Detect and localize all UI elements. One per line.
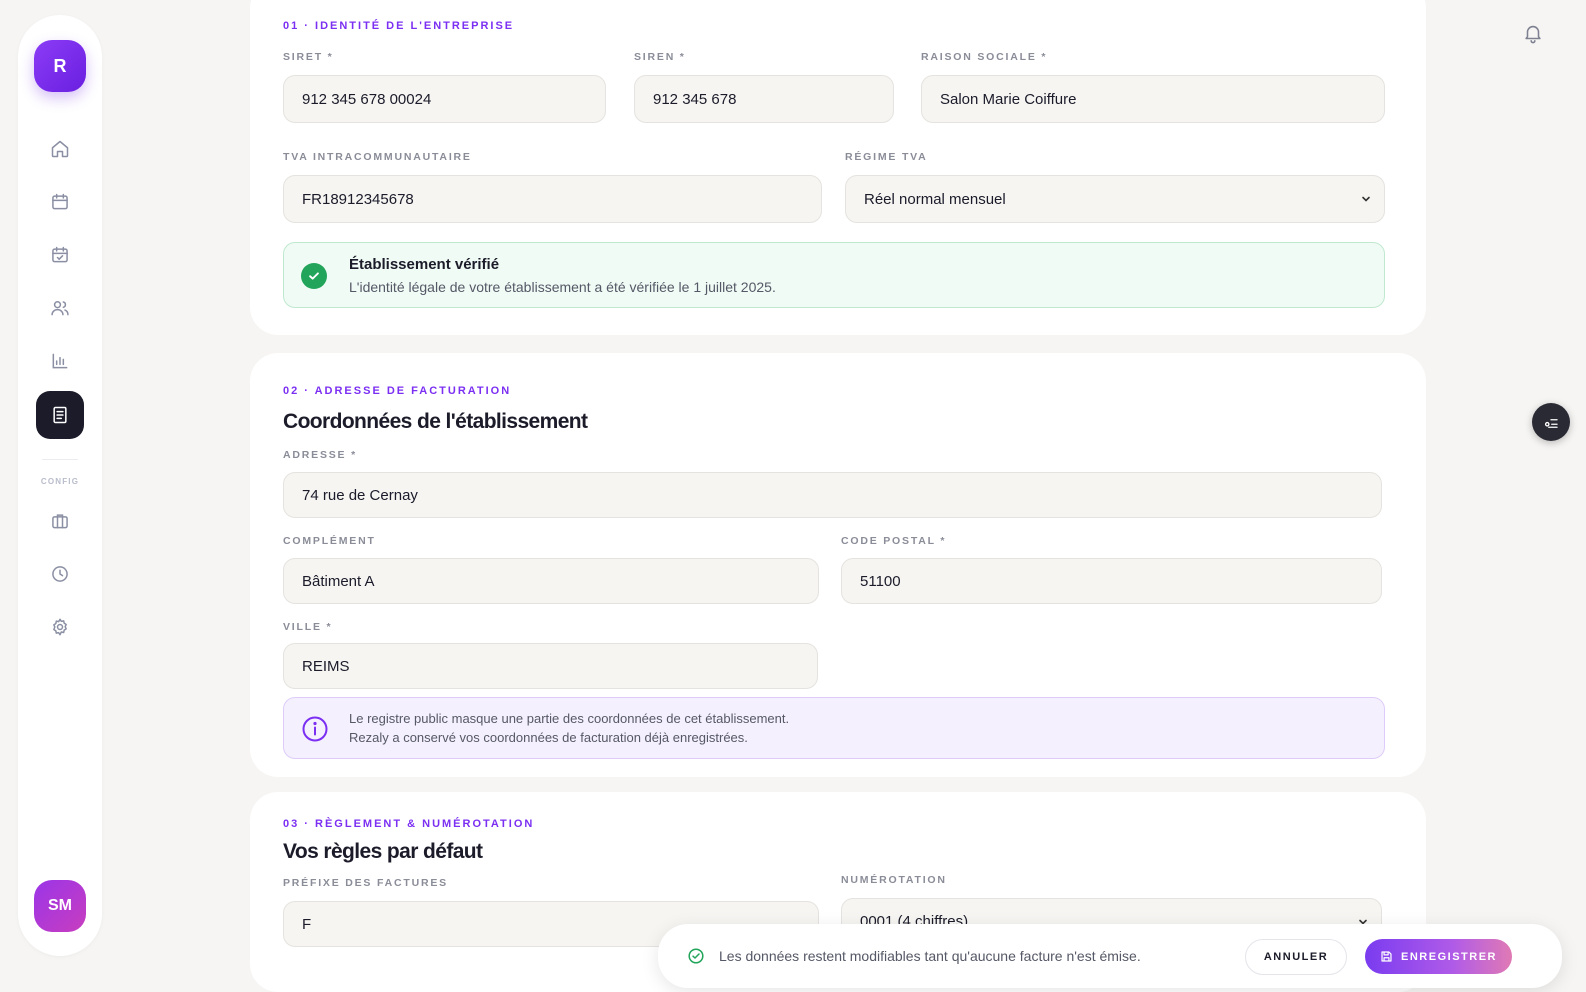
code-postal-label: CODE POSTAL * xyxy=(841,535,947,547)
info-line-1: Le registre public masque une partie des… xyxy=(349,711,790,726)
users-icon xyxy=(51,301,69,316)
nav-hours[interactable] xyxy=(36,550,84,598)
clock-icon xyxy=(52,566,68,582)
app-logo[interactable]: R xyxy=(34,40,86,92)
bottom-bar-message: Les données restent modifiables tant qu'… xyxy=(719,948,1141,964)
save-icon xyxy=(1381,951,1392,962)
nav-stats[interactable] xyxy=(36,337,84,385)
notifications-bell-icon[interactable] xyxy=(1522,22,1544,44)
regime-tva-select[interactable]: Réel normal mensuel xyxy=(845,175,1385,223)
section-title-billing: Coordonnées de l'établissement xyxy=(283,410,588,433)
tva-label: TVA INTRACOMMUNAUTAIRE xyxy=(283,151,472,163)
complement-label: COMPLÉMENT xyxy=(283,535,376,547)
nav-clients[interactable] xyxy=(36,284,84,332)
nav-calendar[interactable] xyxy=(36,178,84,226)
cancel-button[interactable]: ANNULER xyxy=(1245,939,1347,975)
calendar-icon xyxy=(52,193,68,210)
info-icon xyxy=(302,716,328,742)
check-circle-icon xyxy=(301,263,327,289)
section-label-billing: 02 · ADRESSE DE FACTURATION xyxy=(283,385,512,397)
chevron-down-icon xyxy=(1362,196,1370,202)
save-button-label: ENREGISTRER xyxy=(1401,950,1497,963)
calendar-check-icon xyxy=(52,246,68,263)
user-avatar[interactable]: SM xyxy=(34,880,86,932)
section-title-payment: Vos règles par défaut xyxy=(283,840,483,863)
info-banner: Le registre public masque une partie des… xyxy=(283,697,1385,759)
verified-banner: Établissement vérifié L'identité légale … xyxy=(283,242,1385,308)
sidebar-divider xyxy=(42,459,78,460)
verified-desc: L'identité légale de votre établissement… xyxy=(349,279,776,295)
siret-field[interactable]: 912 345 678 00024 xyxy=(283,75,606,123)
adresse-label: ADRESSE * xyxy=(283,449,357,461)
sidebar: R CONFIG SM xyxy=(18,15,102,956)
ville-field[interactable]: REIMS xyxy=(283,643,818,689)
section-label-identity: 01 · IDENTITÉ DE L'ENTREPRISE xyxy=(283,20,515,32)
raison-sociale-field[interactable]: Salon Marie Coiffure xyxy=(921,75,1385,123)
save-button[interactable]: ENREGISTRER xyxy=(1365,939,1512,974)
tva-field[interactable]: FR18912345678 xyxy=(283,175,822,223)
sidebar-config-label: CONFIG xyxy=(40,477,80,486)
gear-icon xyxy=(53,618,67,636)
adresse-field[interactable]: 74 rue de Cernay xyxy=(283,472,1382,518)
floating-menu-button[interactable] xyxy=(1532,403,1570,441)
complement-field[interactable]: Bâtiment A xyxy=(283,558,819,604)
bottom-action-bar: Les données restent modifiables tant qu'… xyxy=(658,924,1562,988)
invoice-icon xyxy=(53,406,67,424)
chart-icon xyxy=(52,353,68,369)
prefixe-label: PRÉFIXE DES FACTURES xyxy=(283,877,448,889)
nav-appointments[interactable] xyxy=(36,231,84,279)
nav-settings[interactable] xyxy=(36,603,84,651)
info-line-2: Rezaly a conservé vos coordonnées de fac… xyxy=(349,730,748,745)
code-postal-field[interactable]: 51100 xyxy=(841,558,1382,604)
nav-business[interactable] xyxy=(36,497,84,545)
regime-tva-label: RÉGIME TVA xyxy=(845,151,928,163)
siren-label: SIREN * xyxy=(634,51,686,63)
numerotation-label: NUMÉROTATION xyxy=(841,874,947,886)
raison-sociale-label: RAISON SOCIALE * xyxy=(921,51,1048,63)
verified-title: Établissement vérifié xyxy=(349,256,500,273)
section-label-payment: 03 · RÈGLEMENT & NUMÉROTATION xyxy=(283,818,535,830)
list-settings-icon xyxy=(1544,419,1558,428)
briefcase-icon xyxy=(52,514,68,529)
nav-home[interactable] xyxy=(36,125,84,173)
check-circle-icon xyxy=(688,948,704,964)
home-icon xyxy=(51,140,69,158)
ville-label: VILLE * xyxy=(283,621,333,633)
regime-tva-value: Réel normal mensuel xyxy=(864,190,1006,208)
nav-invoices[interactable] xyxy=(36,391,84,439)
siren-field[interactable]: 912 345 678 xyxy=(634,75,894,123)
siret-label: SIRET * xyxy=(283,51,334,63)
